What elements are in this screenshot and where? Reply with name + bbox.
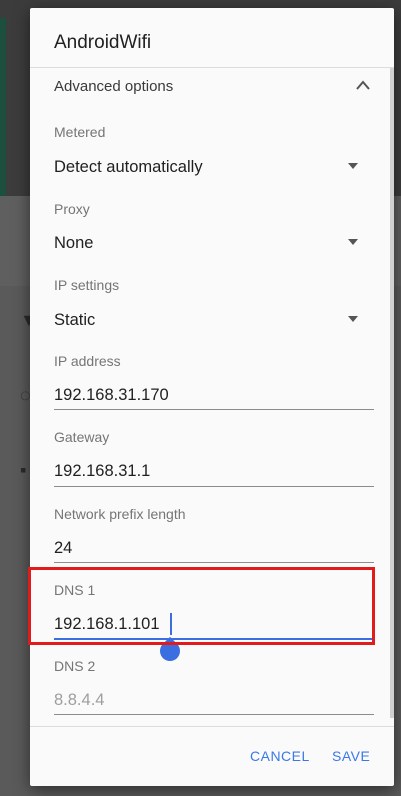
metered-label: Metered	[54, 124, 106, 140]
wifi-config-dialog: AndroidWifi Advanced options Metered Det…	[30, 8, 394, 786]
gateway-input[interactable]: 192.168.31.1	[54, 462, 150, 481]
scrollbar[interactable]	[390, 68, 394, 718]
ip-settings-select[interactable]: Static	[54, 311, 95, 330]
cancel-button[interactable]: CANCEL	[250, 748, 310, 764]
dns1-highlight-box	[28, 567, 375, 645]
ip-address-underline	[54, 409, 374, 410]
dns2-label: DNS 2	[54, 658, 96, 674]
dns2-underline	[54, 714, 374, 715]
ip-settings-label: IP settings	[54, 277, 120, 293]
prefix-length-input[interactable]: 24	[54, 539, 72, 558]
gateway-underline	[54, 486, 374, 487]
proxy-label: Proxy	[54, 201, 90, 217]
advanced-options-toggle[interactable]: Advanced options	[54, 78, 173, 95]
ip-settings-dropdown-arrow-icon[interactable]	[348, 316, 358, 322]
metered-dropdown-arrow-icon[interactable]	[348, 163, 358, 169]
metered-select[interactable]: Detect automatically	[54, 158, 203, 177]
gateway-label: Gateway	[54, 429, 110, 445]
dialog-title: AndroidWifi	[54, 32, 152, 53]
chevron-up-icon[interactable]	[356, 80, 370, 90]
proxy-select[interactable]: None	[54, 234, 93, 253]
ip-address-input[interactable]: 192.168.31.170	[54, 386, 169, 405]
dns2-input[interactable]: 8.8.4.4	[54, 691, 104, 710]
proxy-dropdown-arrow-icon[interactable]	[348, 239, 358, 245]
save-button[interactable]: SAVE	[332, 748, 370, 764]
footer-divider	[30, 726, 394, 727]
title-divider	[30, 67, 394, 68]
prefix-length-label: Network prefix length	[54, 506, 186, 522]
prefix-length-underline	[54, 562, 374, 563]
ip-address-label: IP address	[54, 353, 121, 369]
lock-icon: ▪	[20, 460, 27, 480]
